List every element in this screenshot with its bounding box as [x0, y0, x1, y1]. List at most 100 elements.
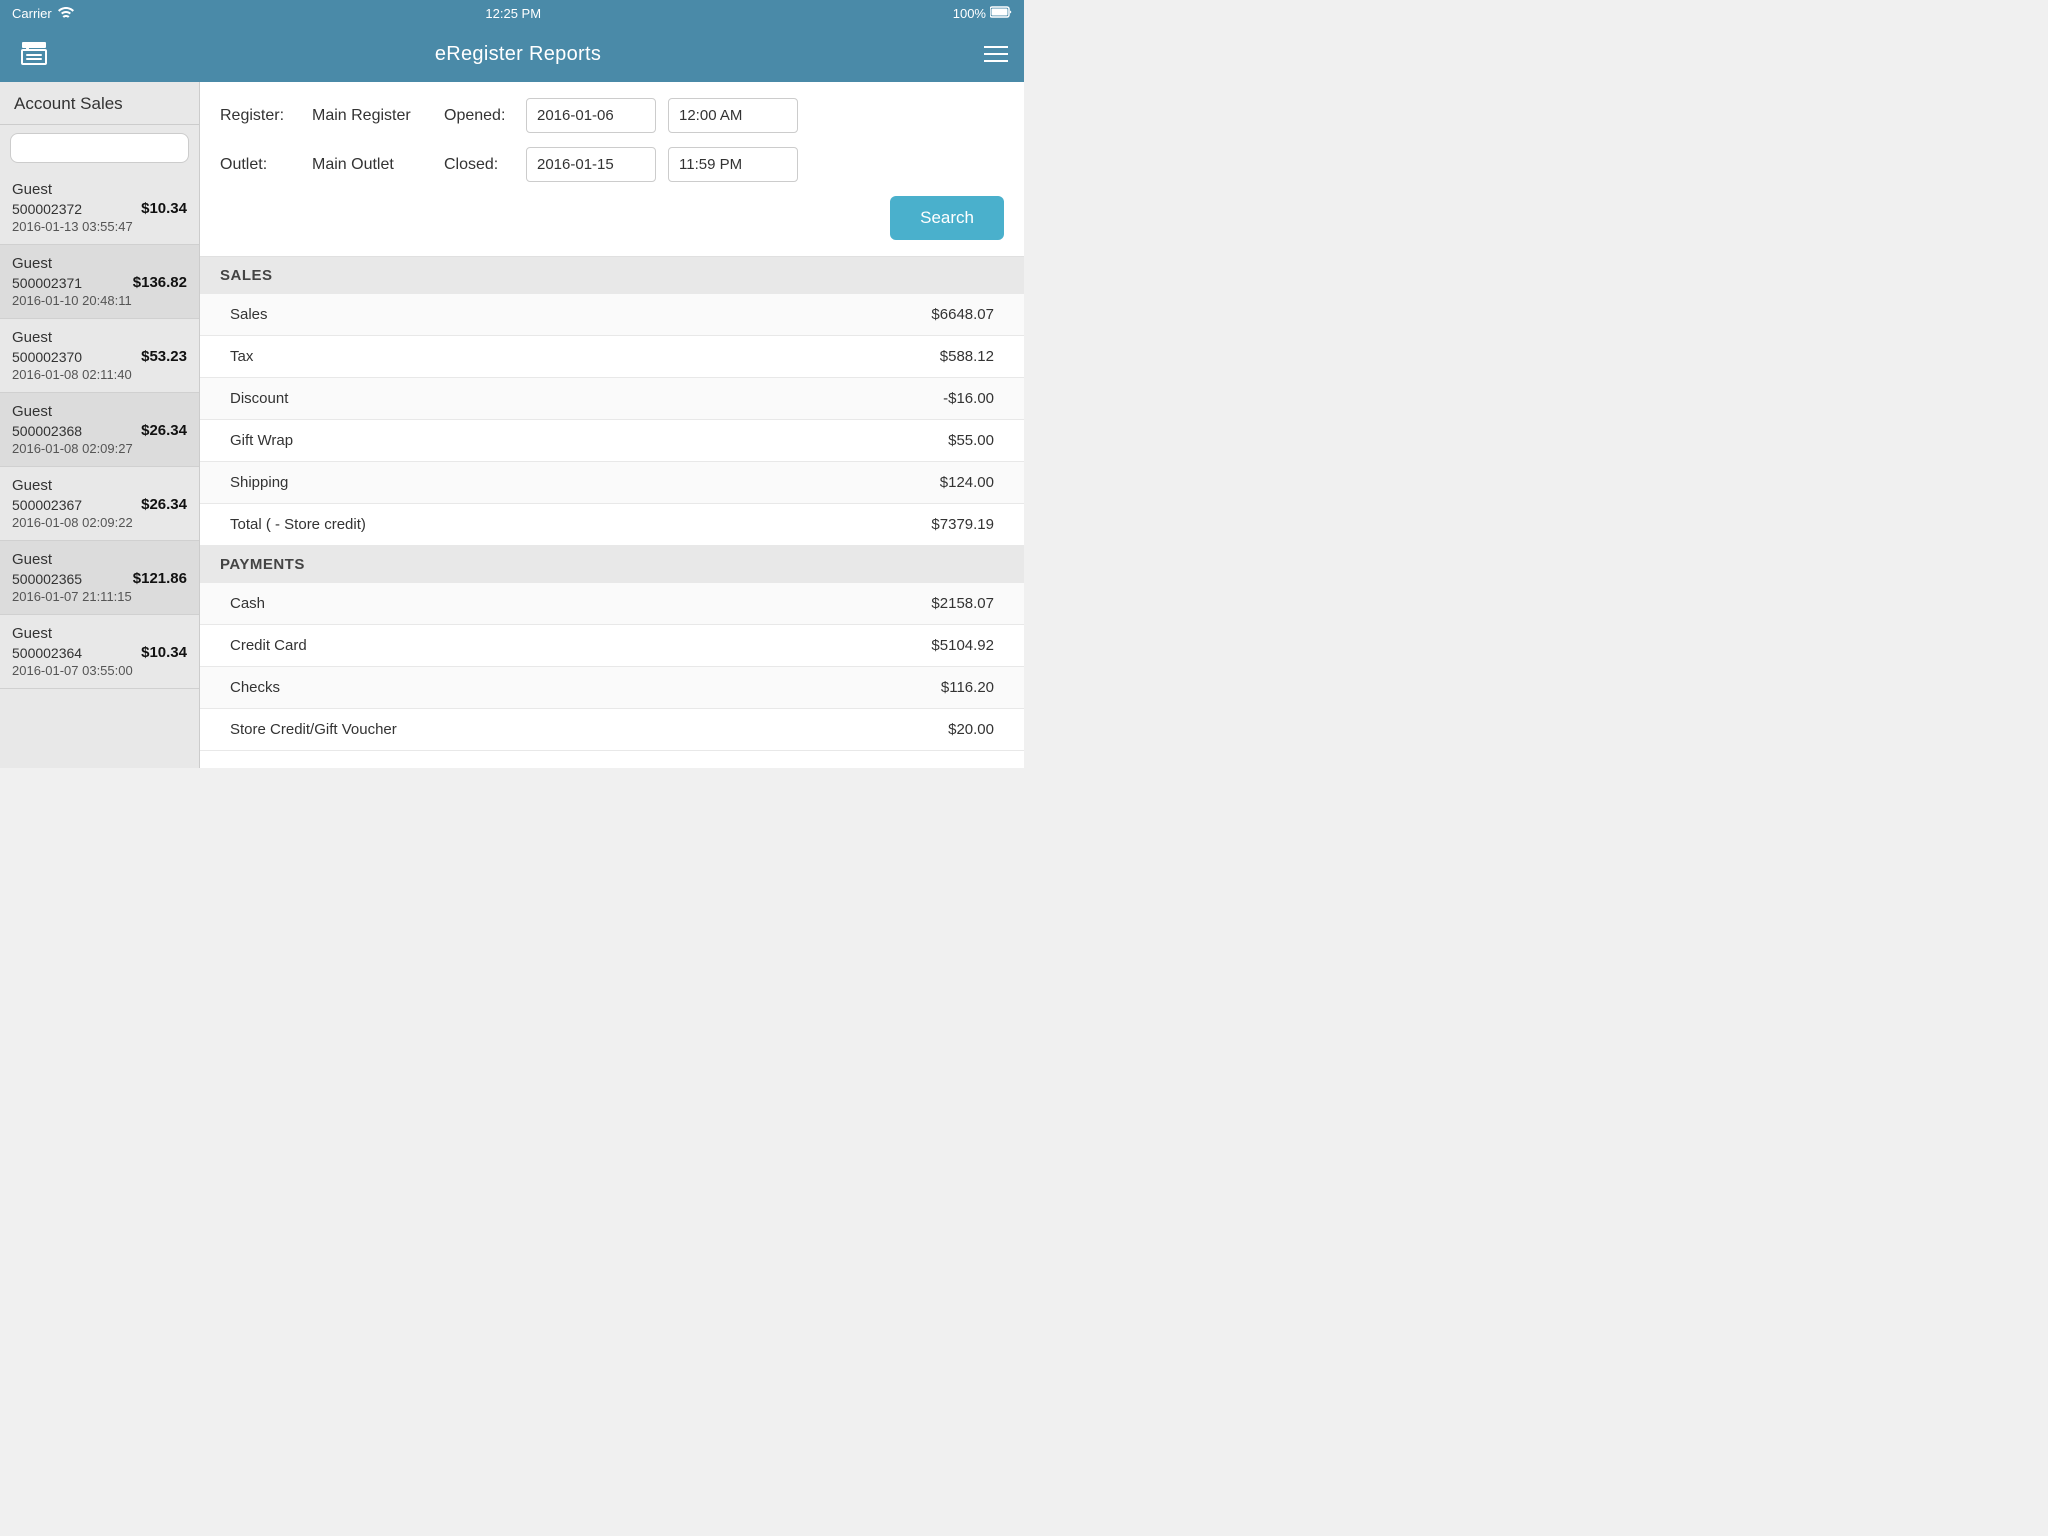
list-item-name: Guest	[12, 329, 187, 346]
list-item-name: Guest	[12, 551, 187, 568]
list-item-amount: $10.34	[141, 200, 187, 217]
main-layout: Account Sales magnifying-glass;🔍 Guest 5…	[0, 82, 1024, 768]
sales-section: SALES Sales $6648.07 Tax $588.12 Discoun…	[200, 257, 1024, 546]
list-item-date: 2016-01-07 21:11:15	[12, 589, 187, 604]
list-item-id: 500002372	[12, 201, 82, 217]
list-item-name: Guest	[12, 403, 187, 420]
battery-icon	[990, 6, 1012, 21]
outlet-value: Main Outlet	[312, 156, 432, 174]
list-item-amount: $136.82	[133, 274, 187, 291]
menu-button[interactable]	[984, 46, 1008, 62]
search-container: magnifying-glass;🔍	[0, 125, 199, 171]
payments-row-label: Credit Card	[230, 637, 307, 654]
sales-row-label: Total ( - Store credit)	[230, 516, 366, 533]
list-item-id: 500002368	[12, 423, 82, 439]
sales-row: Gift Wrap $55.00	[200, 420, 1024, 462]
app-header: eRegister Reports	[0, 26, 1024, 82]
sales-row-label: Discount	[230, 390, 288, 407]
filter-actions: Search	[220, 196, 1004, 240]
status-right: 100%	[953, 6, 1012, 21]
list-item[interactable]: Guest 500002371 $136.82 2016-01-10 20:48…	[0, 245, 199, 319]
sales-row-value: $6648.07	[931, 306, 994, 323]
list-item[interactable]: Guest 500002365 $121.86 2016-01-07 21:11…	[0, 541, 199, 615]
status-bar: Carrier 12:25 PM 100%	[0, 0, 1024, 26]
payments-row-value: $116.20	[941, 679, 994, 696]
list-item-amount: $26.34	[141, 422, 187, 439]
sales-row-value: $7379.19	[931, 516, 994, 533]
register-label: Register:	[220, 107, 300, 125]
closed-date-input[interactable]	[526, 147, 656, 182]
search-button[interactable]: Search	[890, 196, 1004, 240]
app-title: eRegister Reports	[435, 43, 601, 66]
filter-row-register: Register: Main Register Opened:	[220, 98, 1004, 133]
sales-row: Shipping $124.00	[200, 462, 1024, 504]
payments-rows: Cash $2158.07 Credit Card $5104.92 Check…	[200, 583, 1024, 751]
search-input[interactable]	[10, 133, 189, 163]
list-item-amount: $26.34	[141, 496, 187, 513]
list-item-row: 500002368 $26.34	[12, 422, 187, 439]
sales-row: Total ( - Store credit) $7379.19	[200, 504, 1024, 546]
sales-row-value: $55.00	[948, 432, 994, 449]
sales-row-value: $124.00	[940, 474, 994, 491]
sidebar-title: Account Sales	[0, 82, 199, 125]
list-item-name: Guest	[12, 181, 187, 198]
list-item-date: 2016-01-08 02:11:40	[12, 367, 187, 382]
sales-row: Discount -$16.00	[200, 378, 1024, 420]
status-time: 12:25 PM	[485, 6, 541, 21]
payments-row-value: $20.00	[948, 721, 994, 738]
status-left: Carrier	[12, 6, 74, 21]
list-item-amount: $10.34	[141, 644, 187, 661]
wifi-icon	[58, 6, 74, 21]
sales-row-value: -$16.00	[943, 390, 994, 407]
payments-row: Checks $116.20	[200, 667, 1024, 709]
list-item-date: 2016-01-08 02:09:22	[12, 515, 187, 530]
list-item-row: 500002370 $53.23	[12, 348, 187, 365]
list-item-amount: $53.23	[141, 348, 187, 365]
sales-row: Sales $6648.07	[200, 294, 1024, 336]
payments-row-value: $2158.07	[931, 595, 994, 612]
list-item-amount: $121.86	[133, 570, 187, 587]
payments-row-label: Checks	[230, 679, 280, 696]
sales-row: Tax $588.12	[200, 336, 1024, 378]
list-item[interactable]: Guest 500002370 $53.23 2016-01-08 02:11:…	[0, 319, 199, 393]
register-value: Main Register	[312, 107, 432, 125]
carrier-label: Carrier	[12, 6, 52, 21]
payments-section-header: PAYMENTS	[200, 546, 1024, 583]
list-item-name: Guest	[12, 255, 187, 272]
list-item[interactable]: Guest 500002367 $26.34 2016-01-08 02:09:…	[0, 467, 199, 541]
printer-icon[interactable]	[16, 36, 52, 72]
payments-row-label: Store Credit/Gift Voucher	[230, 721, 397, 738]
list-item-id: 500002370	[12, 349, 82, 365]
list-item-row: 500002372 $10.34	[12, 200, 187, 217]
payments-row-value: $5104.92	[931, 637, 994, 654]
battery-label: 100%	[953, 6, 986, 21]
sales-section-header: SALES	[200, 257, 1024, 294]
list-item[interactable]: Guest 500002368 $26.34 2016-01-08 02:09:…	[0, 393, 199, 467]
sales-row-label: Shipping	[230, 474, 288, 491]
payments-row: Cash $2158.07	[200, 583, 1024, 625]
list-item-row: 500002364 $10.34	[12, 644, 187, 661]
list-item-name: Guest	[12, 625, 187, 642]
list-item-date: 2016-01-13 03:55:47	[12, 219, 187, 234]
payments-section: PAYMENTS Cash $2158.07 Credit Card $5104…	[200, 546, 1024, 751]
payments-row: Credit Card $5104.92	[200, 625, 1024, 667]
opened-label: Opened:	[444, 107, 514, 125]
sales-row-label: Tax	[230, 348, 253, 365]
search-wrapper: magnifying-glass;🔍	[10, 133, 189, 163]
list-item-id: 500002364	[12, 645, 82, 661]
list-item-row: 500002367 $26.34	[12, 496, 187, 513]
sales-row-label: Sales	[230, 306, 268, 323]
opened-time-input[interactable]	[668, 98, 798, 133]
list-item-name: Guest	[12, 477, 187, 494]
list-item[interactable]: Guest 500002372 $10.34 2016-01-13 03:55:…	[0, 171, 199, 245]
list-item[interactable]: Guest 500002364 $10.34 2016-01-07 03:55:…	[0, 615, 199, 689]
sales-row-value: $588.12	[940, 348, 994, 365]
sales-row-label: Gift Wrap	[230, 432, 293, 449]
opened-date-input[interactable]	[526, 98, 656, 133]
closed-time-input[interactable]	[668, 147, 798, 182]
filter-section: Register: Main Register Opened: Outlet: …	[200, 82, 1024, 257]
list-item-date: 2016-01-10 20:48:11	[12, 293, 187, 308]
outlet-label: Outlet:	[220, 156, 300, 174]
payments-row: Store Credit/Gift Voucher $20.00	[200, 709, 1024, 751]
payments-row-label: Cash	[230, 595, 265, 612]
